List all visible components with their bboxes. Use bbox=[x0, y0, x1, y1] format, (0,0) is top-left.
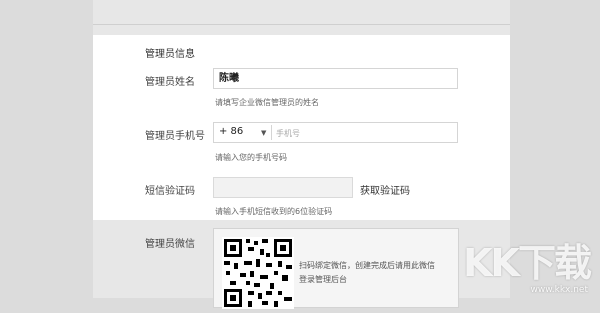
chevron-down-icon[interactable]: ▼ bbox=[261, 129, 266, 137]
name-value: 陈曦 bbox=[219, 73, 239, 84]
section-title: 管理员信息 bbox=[145, 49, 195, 60]
watermark-logo: KK下载 bbox=[463, 241, 592, 285]
qr-instructions: 扫码绑定微信，创建完成后请用此微信 登录管理后台 bbox=[299, 259, 459, 287]
get-code-button[interactable]: 获取验证码 bbox=[360, 182, 410, 197]
left-background bbox=[0, 0, 93, 298]
phone-label: 管理员手机号 bbox=[145, 131, 205, 142]
phone-separator bbox=[271, 125, 272, 140]
wechat-label: 管理员微信 bbox=[145, 239, 195, 250]
divider bbox=[93, 24, 510, 25]
phone-input[interactable]: 手机号 bbox=[276, 128, 300, 139]
name-hint: 请填写企业微信管理员的姓名 bbox=[215, 98, 319, 107]
sms-code-input[interactable] bbox=[213, 177, 353, 198]
qr-text-line2: 登录管理后台 bbox=[299, 275, 347, 284]
qr-code-icon[interactable] bbox=[222, 237, 294, 309]
phone-hint: 请输入您的手机号码 bbox=[215, 153, 287, 162]
qr-text-line1: 扫码绑定微信，创建完成后请用此微信 bbox=[299, 261, 435, 270]
phone-input-group bbox=[213, 122, 458, 143]
name-label: 管理员姓名 bbox=[145, 77, 195, 88]
admin-info-panel: 管理员信息 管理员姓名 陈曦 请填写企业微信管理员的姓名 管理员手机号 + 86… bbox=[93, 35, 510, 220]
name-input[interactable]: 陈曦 bbox=[213, 68, 458, 89]
country-code-select[interactable]: + 86 bbox=[219, 126, 243, 137]
sms-label: 短信验证码 bbox=[145, 186, 195, 197]
sms-hint: 请输入手机短信收到的6位验证码 bbox=[215, 207, 333, 216]
watermark-url: www.kkx.net bbox=[530, 285, 589, 295]
wechat-qr-box: 扫码绑定微信，创建完成后请用此微信 登录管理后台 bbox=[213, 228, 459, 309]
